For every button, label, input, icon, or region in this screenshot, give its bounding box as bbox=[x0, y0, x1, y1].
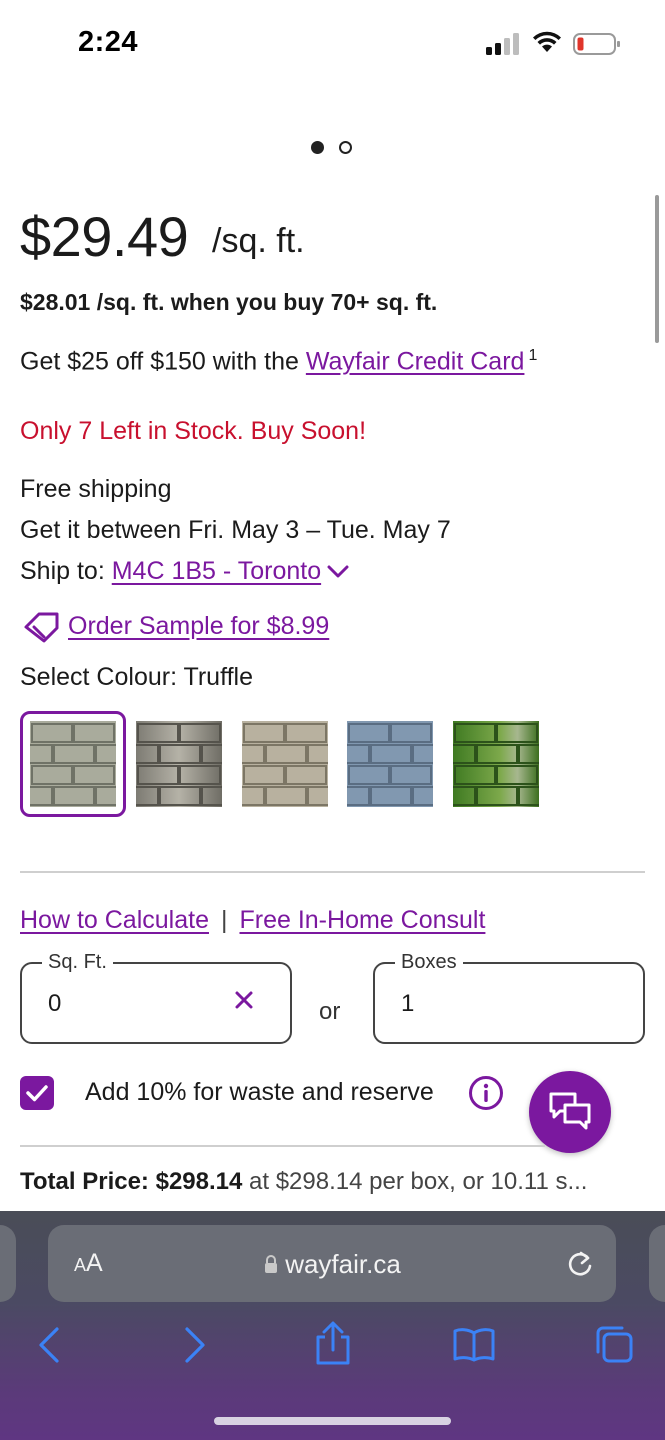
bulk-price: $28.01 /sq. ft. when you buy 70+ sq. ft. bbox=[20, 289, 438, 315]
cellular-signal-icon bbox=[486, 33, 520, 55]
clear-icon[interactable] bbox=[232, 988, 256, 1012]
sample-tag-icon bbox=[24, 612, 59, 643]
sqft-field-value[interactable]: 0 bbox=[48, 990, 61, 1018]
chat-button[interactable] bbox=[529, 1071, 611, 1153]
stock-warning: Only 7 Left in Stock. Buy Soon! bbox=[20, 417, 367, 445]
total-price: Total Price: $298.14 at $298.14 per box,… bbox=[20, 1168, 635, 1196]
or-label: or bbox=[319, 998, 341, 1025]
section-divider bbox=[20, 1145, 545, 1147]
swatch-truffle[interactable] bbox=[20, 711, 126, 817]
swatch-image bbox=[30, 721, 116, 807]
swatch-image bbox=[242, 721, 328, 807]
total-label: Total Price: bbox=[20, 1168, 149, 1195]
previous-tab-edge[interactable] bbox=[0, 1225, 16, 1302]
how-to-calculate-link[interactable]: How to Calculate bbox=[20, 906, 209, 934]
total-amount: $298.14 bbox=[155, 1168, 243, 1195]
battery-icon bbox=[573, 33, 620, 55]
checkmark-icon bbox=[26, 1085, 48, 1102]
credit-offer-text: Get $25 off $150 with the bbox=[20, 347, 306, 376]
price-unit: /sq. ft. bbox=[212, 222, 305, 260]
total-detail: at $298.14 per box, or 10.11 s... bbox=[242, 1168, 588, 1195]
swatch-4[interactable] bbox=[347, 721, 433, 807]
section-divider bbox=[20, 871, 645, 873]
wifi-icon bbox=[533, 31, 561, 52]
address-domain[interactable]: wayfair.ca bbox=[48, 1249, 616, 1280]
next-tab-edge[interactable] bbox=[649, 1225, 665, 1302]
chat-icon bbox=[549, 1092, 591, 1130]
swatch-3[interactable] bbox=[242, 721, 328, 807]
info-icon[interactable] bbox=[468, 1075, 504, 1111]
tabs-icon[interactable] bbox=[594, 1324, 634, 1364]
swatch-5[interactable] bbox=[453, 721, 539, 807]
in-home-consult-link[interactable]: Free In-Home Consult bbox=[239, 906, 485, 934]
swatch-2[interactable] bbox=[136, 721, 222, 807]
lock-icon bbox=[265, 1255, 278, 1273]
address-bar[interactable]: AA wayfair.ca bbox=[48, 1225, 616, 1302]
ship-to-location-link[interactable]: M4C 1B5 - Toronto bbox=[112, 557, 321, 585]
status-bar: 2:24 bbox=[0, 0, 665, 90]
share-icon[interactable] bbox=[312, 1321, 354, 1365]
waste-checkbox[interactable] bbox=[20, 1076, 54, 1110]
boxes-field[interactable]: Boxes 1 bbox=[373, 951, 645, 1044]
colour-swatches bbox=[20, 711, 560, 817]
home-indicator[interactable] bbox=[214, 1417, 451, 1425]
credit-offer: Get $25 off $150 with the Wayfair Credit… bbox=[20, 347, 537, 376]
order-sample-link[interactable]: Order Sample for $8.99 bbox=[68, 612, 329, 641]
sqft-field[interactable]: Sq. Ft. 0 bbox=[20, 951, 292, 1044]
colour-label: Select Colour: Truffle bbox=[20, 663, 253, 691]
waste-row: Add 10% for waste and reserve bbox=[20, 1075, 520, 1111]
forward-icon[interactable] bbox=[174, 1325, 214, 1365]
boxes-field-label: Boxes bbox=[395, 951, 463, 974]
delivery-window: Get it between Fri. May 3 – Tue. May 7 bbox=[20, 516, 451, 544]
credit-footnote: 1 bbox=[528, 347, 538, 364]
shipping-free: Free shipping bbox=[20, 475, 172, 503]
swatch-image bbox=[347, 721, 433, 807]
swatch-image bbox=[136, 721, 222, 807]
back-icon[interactable] bbox=[30, 1325, 70, 1365]
domain-text: wayfair.ca bbox=[285, 1249, 401, 1279]
ship-to-label: Ship to: bbox=[20, 557, 112, 585]
pager-dot-active[interactable] bbox=[311, 141, 324, 154]
page-scrollbar[interactable] bbox=[655, 195, 659, 343]
swatch-image bbox=[453, 721, 539, 807]
link-separator: | bbox=[220, 906, 228, 934]
chevron-down-icon[interactable] bbox=[327, 565, 349, 579]
ship-to-row: Ship to: M4C 1B5 - Toronto bbox=[20, 557, 349, 586]
status-time: 2:24 bbox=[78, 26, 139, 58]
reload-icon[interactable] bbox=[566, 1249, 594, 1279]
bookmarks-icon[interactable] bbox=[452, 1326, 496, 1362]
image-carousel-pager[interactable] bbox=[311, 141, 361, 155]
waste-label: Add 10% for waste and reserve bbox=[85, 1078, 434, 1106]
calculator-links: How to Calculate | Free In-Home Consult bbox=[20, 906, 485, 935]
credit-card-link[interactable]: Wayfair Credit Card bbox=[306, 347, 525, 375]
price: $29.49 bbox=[20, 205, 189, 268]
pager-dot[interactable] bbox=[339, 141, 352, 154]
sqft-field-label: Sq. Ft. bbox=[42, 951, 113, 974]
boxes-field-value[interactable]: 1 bbox=[401, 990, 414, 1018]
